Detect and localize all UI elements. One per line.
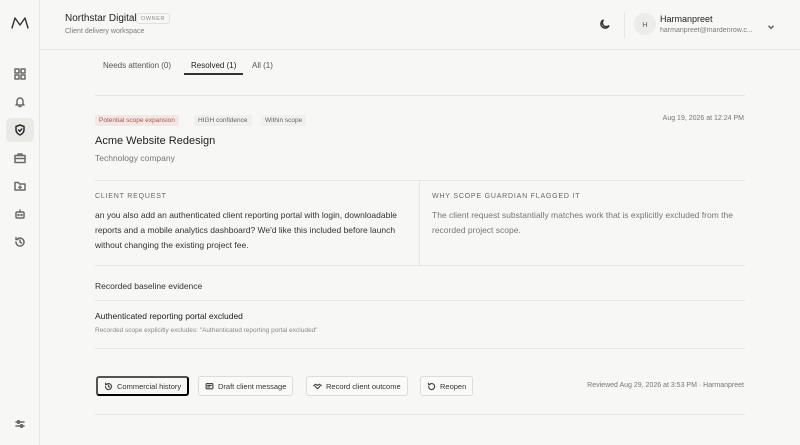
project-title: Acme Website Redesign [95,135,216,147]
reviewed-status: Reviewed Aug 29, 2026 at 3:53 PM · Harma… [587,382,744,389]
sidebar-item-alerts[interactable] [6,90,34,114]
evidence-title: Authenticated reporting portal excluded [95,311,243,321]
column-divider [419,180,420,265]
m-logo-icon[interactable] [10,15,30,31]
within-scope-badge: Within scope [261,115,307,126]
divider [95,180,745,181]
client-request-text: an you also add an authenticated client … [95,210,397,250]
commercial-history-label: Commercial history [117,381,182,391]
message-icon [205,382,214,389]
flag-timestamp: Aug 19, 2026 at 12:24 PM [662,115,744,122]
tabs-divider [95,95,745,96]
reopen-button[interactable]: Reopen [420,376,474,396]
owner-badge: OWNER [136,13,171,24]
chevron-down-icon [766,19,776,30]
record-client-outcome-label: Record client outcome [326,381,401,391]
divider [95,300,745,301]
top-header: Northstar Digital OWNER Client delivery … [40,0,800,50]
header-divider [624,12,625,38]
user-name: Harmanpreet [660,14,713,24]
draft-client-message-button[interactable]: Draft client message [198,376,294,396]
folder-icon [14,181,26,191]
sidebar-item-history[interactable] [6,230,34,254]
baseline-evidence-heading: Recorded baseline evidence [95,281,203,291]
confidence-badge: HIGH confidence [194,115,252,126]
draft-client-message-label: Draft client message [218,381,287,391]
sidebar-item-automation[interactable] [6,202,34,226]
flag-reason-label: WHY SCOPE GUARDIAN FLAGGED IT [432,193,581,200]
handshake-icon [313,383,322,389]
robot-icon [15,209,25,219]
tab-needs-attention[interactable]: Needs attention (0) [103,61,171,70]
history-icon [15,236,25,247]
scope-expansion-badge: Potential scope expansion [95,115,179,126]
grid-icon [14,68,26,80]
workspace-name[interactable]: Northstar Digital [65,13,137,24]
filter-tabs: Needs attention (0) Resolved (1) All (1) [95,57,745,97]
avatar: H [634,13,656,35]
flag-reason-text: The client request substantially matches… [432,210,733,235]
evidence-description: Recorded scope explicitly excludes: "Aut… [95,327,318,334]
user-menu[interactable]: H Harmanpreet harmanpreet@mardenrow.c... [634,11,784,39]
sidebar-item-scope-guardian[interactable] [6,118,34,142]
rotate-ccw-icon [427,382,436,390]
theme-toggle-button[interactable] [599,17,613,31]
reopen-label: Reopen [440,381,467,391]
commercial-history-button[interactable]: Commercial history [96,376,190,396]
sidebar-item-dashboard[interactable] [6,62,34,86]
divider [95,348,745,349]
client-type: Technology company [95,153,175,163]
divider [95,414,745,415]
sidebar-item-clients[interactable] [6,146,34,170]
user-email: harmanpreet@mardenrow.c... [660,27,753,34]
sidebar [0,0,40,445]
tab-resolved[interactable]: Resolved (1) [191,61,236,70]
sidebar-item-projects[interactable] [6,174,34,198]
client-request-label: CLIENT REQUEST [95,193,167,200]
bell-icon [15,97,25,108]
moon-icon [600,19,610,29]
record-client-outcome-button[interactable]: Record client outcome [306,376,408,396]
active-tab-indicator [184,73,243,75]
shield-icon [15,124,25,136]
briefcase-icon [14,153,26,164]
workspace-subtitle: Client delivery workspace [65,28,145,35]
history-icon [104,382,113,390]
divider [95,265,745,266]
tab-all[interactable]: All (1) [252,61,273,70]
sliders-icon [15,420,25,428]
sidebar-item-settings[interactable] [6,412,34,436]
